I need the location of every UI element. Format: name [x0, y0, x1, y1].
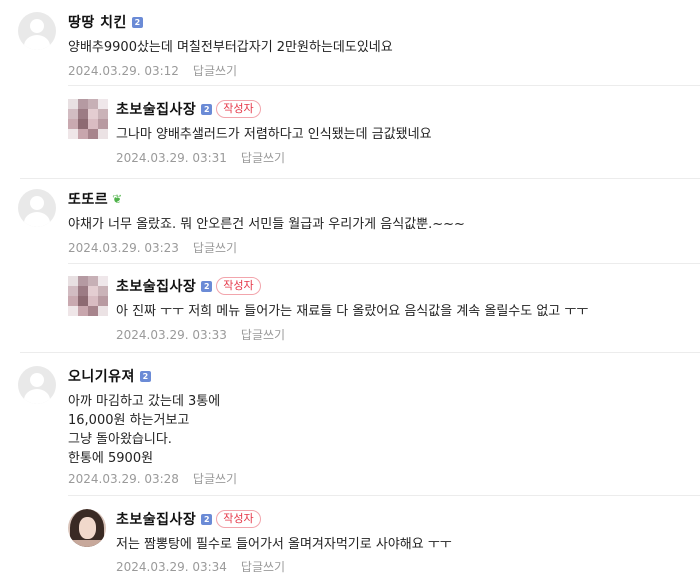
- comment-text-line: 양배추9900샀는데 며칠전부터갑자기 2만원하는데도있네요: [68, 40, 393, 55]
- reply-item: 초보술집사장 2 작성자 아 진짜 ㅜㅜ 저희 메뉴 들어가는 재료들 다 올랐…: [48, 276, 700, 346]
- comment-nickname[interactable]: 또또르: [68, 189, 108, 209]
- comment-text: 아까 마김하고 갔는데 3통에 16,000원 하는거보고 그냥 돌아왔습니다.…: [68, 392, 220, 468]
- member-level-icon: 2: [201, 103, 213, 115]
- comment-text-line: 아까 마김하고 갔는데 3통에: [68, 394, 221, 409]
- reply-item: 초보술집사장 2 작성자 저는 짬뽕탕에 필수로 들어가서 올며겨자먹기로 사야…: [48, 509, 700, 576]
- reply-button[interactable]: 답글쓰기: [193, 64, 237, 78]
- member-level-icon: 2: [201, 280, 213, 292]
- member-level-icon: 2: [139, 370, 151, 382]
- default-avatar[interactable]: [18, 189, 56, 227]
- photo-avatar[interactable]: [68, 509, 106, 547]
- divider: [20, 352, 700, 353]
- divider: [68, 85, 700, 86]
- comment-text: 야채가 너무 올랐죠. 뭐 안오른건 서민들 월급과 우리가게 음식값뿐.~~~: [68, 215, 465, 234]
- comment-text-line: 16,000원 하는거보고: [68, 413, 190, 428]
- comment-date: 2024.03.29. 03:23: [68, 241, 179, 255]
- comment-item: 땅땅 치킨 2 양배추9900샀는데 며칠전부터갑자기 2만원하는데도있네요 2…: [0, 12, 700, 82]
- comment-date: 2024.03.29. 03:12: [68, 64, 179, 78]
- pixelated-avatar[interactable]: [68, 99, 108, 139]
- comment-meta: 2024.03.29. 03:23 답글쓰기: [68, 239, 237, 256]
- member-level-icon: 2: [131, 16, 143, 28]
- comment-meta: 2024.03.29. 03:33 답글쓰기: [116, 326, 285, 343]
- default-avatar[interactable]: [18, 12, 56, 50]
- reply-item: 초보술집사장 2 작성자 그나마 양배추샐러드가 저렴하다고 인식됐는데 금값됐…: [48, 99, 700, 169]
- comment-nickname[interactable]: 초보술집사장: [116, 276, 196, 296]
- divider: [68, 495, 700, 496]
- comment-text: 저는 짬뽕탕에 필수로 들어가서 올며겨자먹기로 사야해요 ㅜㅜ: [116, 535, 452, 554]
- comment-meta: 2024.03.29. 03:31 답글쓰기: [116, 149, 285, 166]
- comment-text: 양배추9900샀는데 며칠전부터갑자기 2만원하는데도있네요: [68, 38, 393, 57]
- default-avatar[interactable]: [18, 366, 56, 404]
- comment-nickname[interactable]: 초보술집사장: [116, 509, 196, 529]
- comment-nickname[interactable]: 땅땅 치킨: [68, 12, 127, 32]
- author-badge: 작성자: [216, 277, 261, 295]
- comment-item: 또또르 ❦ 야채가 너무 올랐죠. 뭐 안오른건 서민들 월급과 우리가게 음식…: [0, 189, 700, 259]
- comment-list: 땅땅 치킨 2 양배추9900샀는데 며칠전부터갑자기 2만원하는데도있네요 2…: [0, 0, 700, 576]
- comment-date: 2024.03.29. 03:28: [68, 472, 179, 486]
- reply-button[interactable]: 답글쓰기: [193, 472, 237, 486]
- sprout-icon: ❦: [112, 192, 123, 206]
- comment-date: 2024.03.29. 03:34: [116, 560, 227, 574]
- comment-text-line: 야채가 너무 올랐죠. 뭐 안오른건 서민들 월급과 우리가게 음식값뿐.~~~: [68, 217, 465, 232]
- comment-item: 오니기유져 2 아까 마김하고 갔는데 3통에 16,000원 하는거보고 그냥…: [0, 366, 700, 491]
- comment-nickname[interactable]: 초보술집사장: [116, 99, 196, 119]
- reply-button[interactable]: 답글쓰기: [193, 241, 237, 255]
- comment-meta: 2024.03.29. 03:28 답글쓰기: [68, 470, 237, 487]
- member-level-icon: 2: [201, 513, 213, 525]
- reply-button[interactable]: 답글쓰기: [241, 560, 285, 574]
- author-badge: 작성자: [216, 510, 261, 528]
- divider: [20, 178, 700, 179]
- comment-date: 2024.03.29. 03:33: [116, 328, 227, 342]
- author-badge: 작성자: [216, 100, 261, 118]
- comment-text-line: 그나마 양배추샐러드가 저렴하다고 인식됐는데 금값됐네요: [116, 127, 432, 142]
- comment-text-line: 그냥 돌아왔습니다.: [68, 432, 172, 447]
- comment-text-line: 아 진짜 ㅜㅜ 저희 메뉴 들어가는 재료들 다 올랐어요 음식값을 계속 올릴…: [116, 304, 589, 319]
- comment-text-line: 한통에 5900원: [68, 451, 154, 466]
- reply-button[interactable]: 답글쓰기: [241, 151, 285, 165]
- comment-text: 그나마 양배추샐러드가 저렴하다고 인식됐는데 금값됐네요: [116, 125, 432, 144]
- comment-meta: 2024.03.29. 03:12 답글쓰기: [68, 62, 237, 79]
- comment-text-line: 저는 짬뽕탕에 필수로 들어가서 올며겨자먹기로 사야해요 ㅜㅜ: [116, 537, 452, 552]
- comment-nickname[interactable]: 오니기유져: [68, 366, 135, 386]
- comment-date: 2024.03.29. 03:31: [116, 151, 227, 165]
- pixelated-avatar[interactable]: [68, 276, 108, 316]
- comment-meta: 2024.03.29. 03:34 답글쓰기: [116, 558, 285, 575]
- divider: [68, 263, 700, 264]
- comment-text: 아 진짜 ㅜㅜ 저희 메뉴 들어가는 재료들 다 올랐어요 음식값을 계속 올릴…: [116, 302, 588, 321]
- reply-button[interactable]: 답글쓰기: [241, 328, 285, 342]
